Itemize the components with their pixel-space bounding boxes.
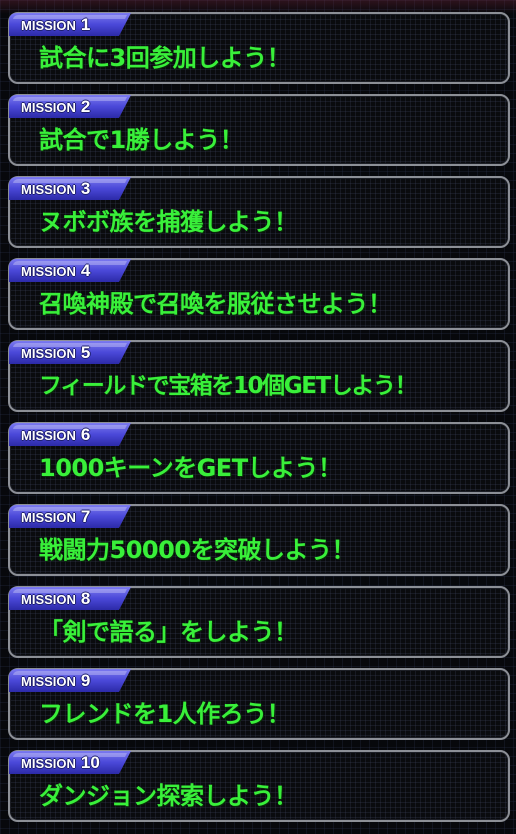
mission-text: フィールドで宝箱を10個GETしよう！ <box>39 373 418 399</box>
mission-tag-number: 2 <box>80 97 91 116</box>
mission-tag: MISSION 1 <box>9 13 131 36</box>
mission-tag-label: MISSION <box>21 264 76 279</box>
mission-tag: MISSION 8 <box>9 587 131 610</box>
mission-tag: MISSION 9 <box>9 669 131 692</box>
mission-tag: MISSION 4 <box>9 259 131 282</box>
mission-tag-label: MISSION <box>21 18 76 33</box>
mission-item: MISSION 9 フレンドを1人作ろう！ <box>8 668 510 740</box>
mission-text: ヌボボ族を捕獲しよう！ <box>39 208 298 236</box>
mission-tag: MISSION 6 <box>9 423 131 446</box>
mission-text: フレンドを1人作ろう！ <box>39 700 291 728</box>
mission-tag-label: MISSION <box>21 510 76 525</box>
mission-text: 1000キーンをGETしよう！ <box>39 454 342 482</box>
mission-item: MISSION 8 「剣で語る」をしよう！ <box>8 586 510 658</box>
mission-item: MISSION 3 ヌボボ族を捕獲しよう！ <box>8 176 510 248</box>
mission-tag-label: MISSION <box>21 182 76 197</box>
mission-tag-number: 5 <box>80 343 91 362</box>
mission-tag: MISSION 10 <box>9 751 131 774</box>
mission-tag: MISSION 7 <box>9 505 131 528</box>
mission-tag-label: MISSION <box>21 756 76 771</box>
mission-tag-label: MISSION <box>21 100 76 115</box>
mission-text: 召喚神殿で召喚を服従させよう！ <box>39 290 392 318</box>
mission-item: MISSION 1 試合に3回参加しよう！ <box>8 12 510 84</box>
mission-tag: MISSION 2 <box>9 95 131 118</box>
mission-tag-number: 9 <box>80 671 91 690</box>
mission-tag-number: 8 <box>80 589 91 608</box>
mission-text: 戦闘力50000を突破しよう！ <box>39 536 356 564</box>
mission-tag-number: 1 <box>80 15 91 34</box>
mission-text: 試合に3回参加しよう！ <box>39 44 291 72</box>
mission-tag-label: MISSION <box>21 346 76 361</box>
mission-tag-label: MISSION <box>21 674 76 689</box>
mission-tag-number: 4 <box>80 261 91 280</box>
mission-text: ダンジョン探索しよう！ <box>39 782 298 810</box>
mission-tag-number: 7 <box>80 507 91 526</box>
mission-item: MISSION 10 ダンジョン探索しよう！ <box>8 750 510 822</box>
mission-tag: MISSION 5 <box>9 341 131 364</box>
mission-tag-label: MISSION <box>21 592 76 607</box>
mission-item: MISSION 6 1000キーンをGETしよう！ <box>8 422 510 494</box>
mission-item: MISSION 7 戦闘力50000を突破しよう！ <box>8 504 510 576</box>
mission-text: 「剣で語る」をしよう！ <box>39 618 298 646</box>
mission-tag-label: MISSION <box>21 428 76 443</box>
mission-tag: MISSION 3 <box>9 177 131 200</box>
mission-item: MISSION 4 召喚神殿で召喚を服従させよう！ <box>8 258 510 330</box>
mission-tag-number: 10 <box>80 753 100 772</box>
mission-tag-number: 3 <box>80 179 91 198</box>
mission-item: MISSION 5 フィールドで宝箱を10個GETしよう！ <box>8 340 510 412</box>
mission-item: MISSION 2 試合で1勝しよう！ <box>8 94 510 166</box>
mission-text: 試合で1勝しよう！ <box>39 126 244 154</box>
mission-tag-number: 6 <box>80 425 91 444</box>
